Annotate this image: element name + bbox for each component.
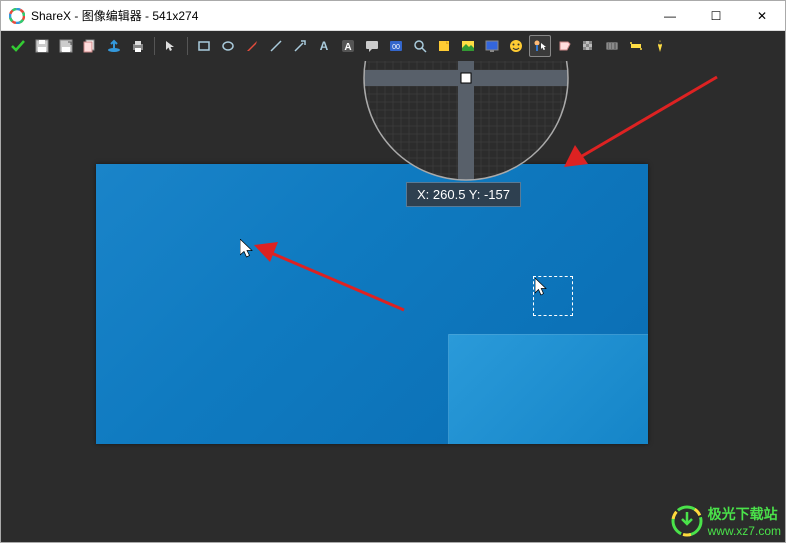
window-controls: — ☐ ✕ [647, 1, 785, 31]
image-tool[interactable] [457, 35, 479, 57]
close-button[interactable]: ✕ [739, 1, 785, 31]
sticker-tool[interactable] [433, 35, 455, 57]
text-tool[interactable]: A [337, 35, 359, 57]
freehand-tool[interactable] [241, 35, 263, 57]
window-title: ShareX - 图像编辑器 - 541x274 [31, 7, 647, 24]
pixelate-tool[interactable] [577, 35, 599, 57]
watermark-title: 极光下载站 [708, 504, 781, 524]
svg-text:00: 00 [392, 44, 400, 51]
sharex-app-icon [9, 8, 25, 24]
annotation-arrow-2 [562, 67, 727, 172]
cursor-tool[interactable] [529, 35, 551, 57]
selection-box[interactable] [533, 276, 573, 316]
select-tool[interactable] [160, 35, 182, 57]
text-outline-tool[interactable]: A [313, 35, 335, 57]
toolbar-separator [154, 37, 155, 55]
editor-area[interactable]: X: 260.5 Y: -157 极光下载站 www.xz7.com [1, 61, 785, 542]
ellipse-tool[interactable] [217, 35, 239, 57]
copy-button[interactable] [79, 35, 101, 57]
watermark-url: www.xz7.com [708, 524, 781, 538]
titlebar: ShareX - 图像编辑器 - 541x274 — ☐ ✕ [1, 1, 785, 31]
magnify-tool[interactable] [409, 35, 431, 57]
cutout-tool[interactable] [649, 35, 671, 57]
highlight-tool[interactable] [601, 35, 623, 57]
watermark: 极光下载站 www.xz7.com [670, 504, 781, 538]
watermark-logo-icon [670, 504, 704, 538]
print-button[interactable] [127, 35, 149, 57]
line-tool[interactable] [265, 35, 287, 57]
toolbar-separator [187, 37, 188, 55]
confirm-button[interactable] [7, 35, 29, 57]
upload-button[interactable] [103, 35, 125, 57]
emoji-tool[interactable] [505, 35, 527, 57]
maximize-button[interactable]: ☐ [693, 1, 739, 31]
save-as-button[interactable] [55, 35, 77, 57]
arrow-tool[interactable] [289, 35, 311, 57]
coordinates-display: X: 260.5 Y: -157 [406, 182, 521, 207]
minimize-button[interactable]: — [647, 1, 693, 31]
crop-tool[interactable] [625, 35, 647, 57]
speech-bubble-tool[interactable] [361, 35, 383, 57]
save-button[interactable] [31, 35, 53, 57]
svg-text:A: A [344, 42, 351, 53]
screen-tool[interactable] [481, 35, 503, 57]
canvas-content-window [448, 334, 648, 444]
step-tool[interactable]: 00 [385, 35, 407, 57]
blur-tool[interactable] [553, 35, 575, 57]
toolbar: A A 00 [1, 31, 785, 61]
rectangle-tool[interactable] [193, 35, 215, 57]
